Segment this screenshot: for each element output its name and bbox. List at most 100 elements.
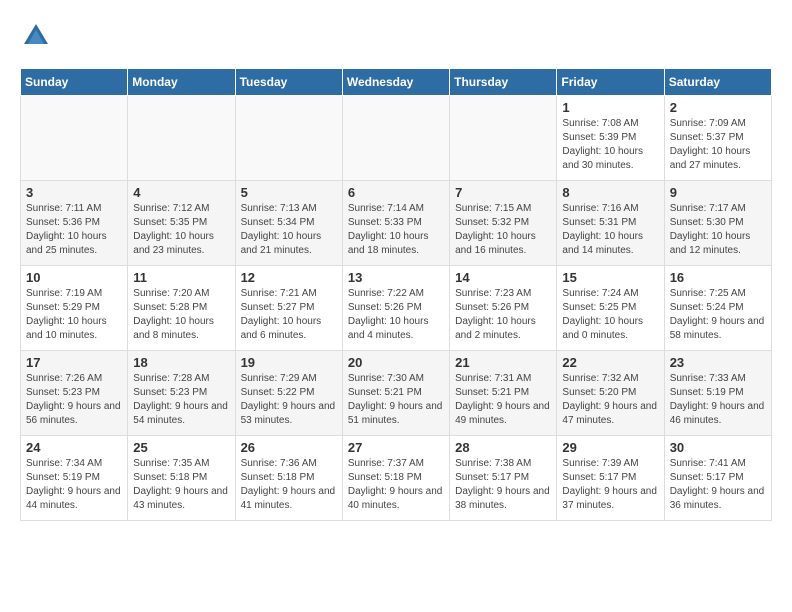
day-number: 23 xyxy=(670,355,766,370)
calendar-cell: 28 Sunrise: 7:38 AMSunset: 5:17 PMDayligh… xyxy=(450,436,557,521)
day-number: 6 xyxy=(348,185,444,200)
calendar-cell xyxy=(342,96,449,181)
day-number: 25 xyxy=(133,440,229,455)
day-info: Sunrise: 7:38 AMSunset: 5:17 PMDaylight:… xyxy=(455,457,551,513)
day-number: 19 xyxy=(241,355,337,370)
week-row-1: 1 Sunrise: 7:08 AMSunset: 5:39 PMDaylight… xyxy=(21,96,772,181)
calendar-cell: 11Sunrise: 7:20 AMSunset: 5:28 PMDayligh… xyxy=(128,266,235,351)
day-number: 16 xyxy=(670,270,766,285)
day-number: 5 xyxy=(241,185,337,200)
day-number: 7 xyxy=(455,185,551,200)
calendar-cell: 29 Sunrise: 7:39 AMSunset: 5:17 PMDayligh… xyxy=(557,436,664,521)
week-row-4: 17Sunrise: 7:26 AMSunset: 5:23 PMDayligh… xyxy=(21,351,772,436)
calendar-cell: 2 Sunrise: 7:09 AMSunset: 5:37 PMDaylight… xyxy=(664,96,771,181)
calendar-cell: 19 Sunrise: 7:29 AMSunset: 5:22 PMDayligh… xyxy=(235,351,342,436)
day-info: Sunrise: 7:37 AMSunset: 5:18 PMDaylight:… xyxy=(348,457,444,513)
day-number: 13 xyxy=(348,270,444,285)
day-info: Sunrise: 7:08 AMSunset: 5:39 PMDaylight:… xyxy=(562,117,658,173)
day-info: Sunrise: 7:39 AMSunset: 5:17 PMDaylight:… xyxy=(562,457,658,513)
day-number: 11 xyxy=(133,270,229,285)
calendar-cell: 23 Sunrise: 7:33 AMSunset: 5:19 PMDayligh… xyxy=(664,351,771,436)
day-number: 20 xyxy=(348,355,444,370)
day-info: Sunrise: 7:28 AMSunset: 5:23 PMDaylight:… xyxy=(133,372,229,428)
day-info: Sunrise: 7:32 AMSunset: 5:20 PMDaylight:… xyxy=(562,372,658,428)
calendar-cell: 22 Sunrise: 7:32 AMSunset: 5:20 PMDayligh… xyxy=(557,351,664,436)
day-number: 26 xyxy=(241,440,337,455)
calendar-cell: 9 Sunrise: 7:17 AMSunset: 5:30 PMDaylight… xyxy=(664,181,771,266)
day-info: Sunrise: 7:24 AMSunset: 5:25 PMDaylight:… xyxy=(562,287,658,343)
day-info: Sunrise: 7:34 AMSunset: 5:19 PMDaylight:… xyxy=(26,457,122,513)
calendar-cell: 10 Sunrise: 7:19 AMSunset: 5:29 PMDayligh… xyxy=(21,266,128,351)
calendar-cell: 27 Sunrise: 7:37 AMSunset: 5:18 PMDayligh… xyxy=(342,436,449,521)
day-number: 1 xyxy=(562,100,658,115)
day-info: Sunrise: 7:13 AMSunset: 5:34 PMDaylight:… xyxy=(241,202,337,258)
calendar-cell: 3Sunrise: 7:11 AMSunset: 5:36 PMDaylight… xyxy=(21,181,128,266)
calendar-cell: 25 Sunrise: 7:35 AMSunset: 5:18 PMDayligh… xyxy=(128,436,235,521)
logo xyxy=(20,20,56,52)
calendar-cell: 1 Sunrise: 7:08 AMSunset: 5:39 PMDaylight… xyxy=(557,96,664,181)
weekday-header-friday: Friday xyxy=(557,69,664,96)
day-info: Sunrise: 7:21 AMSunset: 5:27 PMDaylight:… xyxy=(241,287,337,343)
weekday-header-row: SundayMondayTuesdayWednesdayThursdayFrid… xyxy=(21,69,772,96)
weekday-header-wednesday: Wednesday xyxy=(342,69,449,96)
day-info: Sunrise: 7:16 AMSunset: 5:31 PMDaylight:… xyxy=(562,202,658,258)
day-info: Sunrise: 7:35 AMSunset: 5:18 PMDaylight:… xyxy=(133,457,229,513)
day-number: 30 xyxy=(670,440,766,455)
day-number: 22 xyxy=(562,355,658,370)
day-info: Sunrise: 7:29 AMSunset: 5:22 PMDaylight:… xyxy=(241,372,337,428)
calendar-cell: 24 Sunrise: 7:34 AMSunset: 5:19 PMDayligh… xyxy=(21,436,128,521)
calendar-cell xyxy=(128,96,235,181)
calendar-cell: 20 Sunrise: 7:30 AMSunset: 5:21 PMDayligh… xyxy=(342,351,449,436)
day-info: Sunrise: 7:15 AMSunset: 5:32 PMDaylight:… xyxy=(455,202,551,258)
calendar-cell: 4Sunrise: 7:12 AMSunset: 5:35 PMDaylight… xyxy=(128,181,235,266)
calendar-cell: 15 Sunrise: 7:24 AMSunset: 5:25 PMDayligh… xyxy=(557,266,664,351)
calendar-cell: 13 Sunrise: 7:22 AMSunset: 5:26 PMDayligh… xyxy=(342,266,449,351)
day-number: 29 xyxy=(562,440,658,455)
calendar-cell: 18Sunrise: 7:28 AMSunset: 5:23 PMDayligh… xyxy=(128,351,235,436)
calendar-cell: 17Sunrise: 7:26 AMSunset: 5:23 PMDayligh… xyxy=(21,351,128,436)
calendar-cell: 12 Sunrise: 7:21 AMSunset: 5:27 PMDayligh… xyxy=(235,266,342,351)
calendar-cell: 5 Sunrise: 7:13 AMSunset: 5:34 PMDaylight… xyxy=(235,181,342,266)
weekday-header-monday: Monday xyxy=(128,69,235,96)
day-number: 12 xyxy=(241,270,337,285)
calendar-cell: 8 Sunrise: 7:16 AMSunset: 5:31 PMDaylight… xyxy=(557,181,664,266)
day-info: Sunrise: 7:09 AMSunset: 5:37 PMDaylight:… xyxy=(670,117,766,173)
calendar-cell xyxy=(21,96,128,181)
day-info: Sunrise: 7:22 AMSunset: 5:26 PMDaylight:… xyxy=(348,287,444,343)
day-number: 14 xyxy=(455,270,551,285)
day-number: 8 xyxy=(562,185,658,200)
day-number: 10 xyxy=(26,270,122,285)
day-info: Sunrise: 7:33 AMSunset: 5:19 PMDaylight:… xyxy=(670,372,766,428)
day-number: 3 xyxy=(26,185,122,200)
calendar-cell: 21Sunrise: 7:31 AMSunset: 5:21 PMDayligh… xyxy=(450,351,557,436)
day-info: Sunrise: 7:19 AMSunset: 5:29 PMDaylight:… xyxy=(26,287,122,343)
day-info: Sunrise: 7:30 AMSunset: 5:21 PMDaylight:… xyxy=(348,372,444,428)
day-number: 15 xyxy=(562,270,658,285)
calendar-cell: 26 Sunrise: 7:36 AMSunset: 5:18 PMDayligh… xyxy=(235,436,342,521)
page-header xyxy=(20,20,772,52)
day-number: 9 xyxy=(670,185,766,200)
day-number: 27 xyxy=(348,440,444,455)
day-number: 2 xyxy=(670,100,766,115)
day-info: Sunrise: 7:41 AMSunset: 5:17 PMDaylight:… xyxy=(670,457,766,513)
day-number: 28 xyxy=(455,440,551,455)
logo-icon xyxy=(20,20,52,52)
calendar-cell: 6 Sunrise: 7:14 AMSunset: 5:33 PMDaylight… xyxy=(342,181,449,266)
week-row-5: 24 Sunrise: 7:34 AMSunset: 5:19 PMDayligh… xyxy=(21,436,772,521)
day-info: Sunrise: 7:25 AMSunset: 5:24 PMDaylight:… xyxy=(670,287,766,343)
weekday-header-thursday: Thursday xyxy=(450,69,557,96)
calendar-cell: 7 Sunrise: 7:15 AMSunset: 5:32 PMDaylight… xyxy=(450,181,557,266)
day-number: 24 xyxy=(26,440,122,455)
day-info: Sunrise: 7:31 AMSunset: 5:21 PMDaylight:… xyxy=(455,372,551,428)
weekday-header-saturday: Saturday xyxy=(664,69,771,96)
day-info: Sunrise: 7:36 AMSunset: 5:18 PMDaylight:… xyxy=(241,457,337,513)
weekday-header-tuesday: Tuesday xyxy=(235,69,342,96)
calendar-cell xyxy=(235,96,342,181)
calendar-cell: 14Sunrise: 7:23 AMSunset: 5:26 PMDayligh… xyxy=(450,266,557,351)
calendar-cell xyxy=(450,96,557,181)
week-row-2: 3Sunrise: 7:11 AMSunset: 5:36 PMDaylight… xyxy=(21,181,772,266)
day-info: Sunrise: 7:12 AMSunset: 5:35 PMDaylight:… xyxy=(133,202,229,258)
day-info: Sunrise: 7:14 AMSunset: 5:33 PMDaylight:… xyxy=(348,202,444,258)
calendar-cell: 16 Sunrise: 7:25 AMSunset: 5:24 PMDayligh… xyxy=(664,266,771,351)
day-info: Sunrise: 7:17 AMSunset: 5:30 PMDaylight:… xyxy=(670,202,766,258)
